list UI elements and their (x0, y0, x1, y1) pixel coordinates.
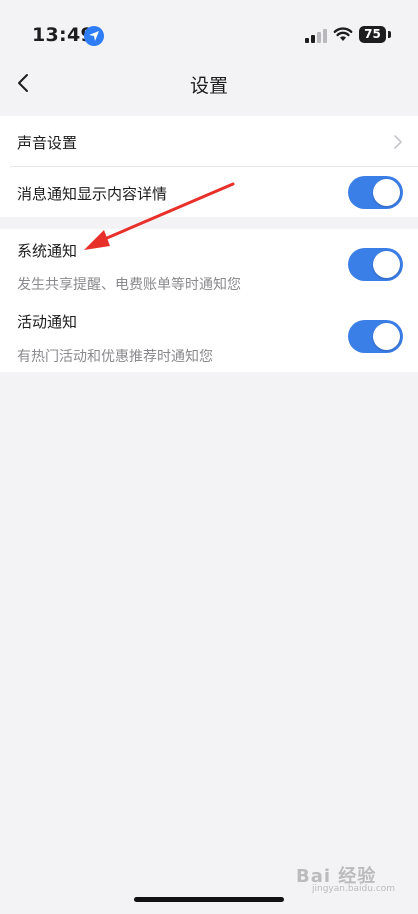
wifi-icon (333, 27, 353, 41)
page-title: 设置 (189, 75, 228, 97)
system-notice-description: 发生共享提醒、电费账单等时通知您 (17, 277, 241, 293)
watermark-url: jingyan.baidu.com (312, 884, 396, 894)
battery-tip (388, 31, 391, 38)
activity-notice-label: 活动通知 (17, 313, 78, 331)
message-detail-label: 消息通知显示内容详情 (17, 185, 168, 203)
location-icon (84, 26, 104, 46)
activity-notice-row: 活动通知 有热门活动和优惠推荐时通知您 (0, 301, 418, 371)
settings-group-2: 系统通知 发生共享提醒、电费账单等时通知您 活动通知 有热门活动和优惠推荐时通知… (0, 229, 418, 372)
toggle-knob (373, 251, 400, 278)
message-detail-toggle[interactable] (348, 176, 403, 209)
message-detail-row: 消息通知显示内容详情 (0, 167, 418, 217)
activity-notice-description: 有热门活动和优惠推荐时通知您 (17, 349, 213, 365)
sound-settings-row[interactable]: 声音设置 (0, 116, 418, 166)
status-bar: 13:49 75 (0, 0, 418, 60)
battery-level: 75 (364, 27, 381, 41)
toggle-knob (373, 323, 400, 350)
battery-icon: 75 (359, 26, 386, 43)
system-notice-row: 系统通知 发生共享提醒、电费账单等时通知您 (0, 229, 418, 299)
system-notice-toggle[interactable] (348, 248, 403, 281)
toggle-knob (373, 179, 400, 206)
signal-icon (305, 29, 327, 43)
chevron-right-icon (394, 135, 402, 149)
home-indicator[interactable] (134, 897, 284, 902)
sound-settings-label: 声音设置 (17, 134, 78, 152)
system-notice-label: 系统通知 (17, 242, 78, 260)
settings-group-1: 声音设置 消息通知显示内容详情 (0, 116, 418, 217)
activity-notice-toggle[interactable] (348, 320, 403, 353)
nav-bar: 设置 (0, 58, 418, 108)
